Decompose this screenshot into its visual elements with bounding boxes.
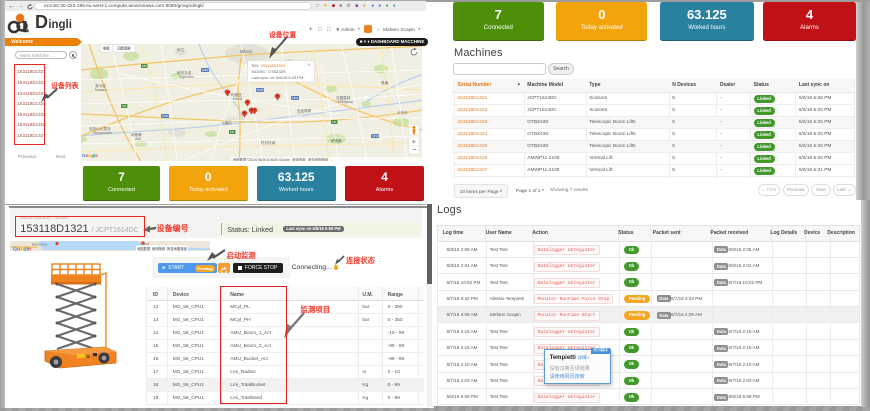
svg-text:Milano: Milano [240,49,253,54]
svg-text:Alessandria: Alessandria [93,131,112,135]
svg-text:Cremona: Cremona [338,100,353,104]
svg-text:SP35: SP35 [257,88,264,92]
svg-text:卡莎尔: 卡莎尔 [397,110,408,115]
svg-text:Google: Google [13,246,31,251]
svg-text:萨珠欧: 萨珠欧 [331,138,342,143]
svg-text:托尔托纳: 托尔托纳 [261,140,276,145]
svg-text:Roma: Roma [140,241,149,245]
svg-text:皮亚琴察: 皮亚琴察 [297,108,312,113]
svg-text:Pavia: Pavia [233,97,242,101]
svg-text:Asti: Asti [135,137,141,141]
svg-text:地图数据 使用条款 报告地图错误: 地图数据 使用条款 报告地图错误 [137,246,188,251]
svg-text:Novara: Novara [95,88,107,92]
svg-text:MODEL: GTBZ43S: MODEL: GTBZ43S [251,69,286,74]
svg-text:沃格拉: 沃格拉 [221,120,232,125]
svg-text:A21: A21 [332,120,337,124]
svg-text:奥塘: 奥塘 [381,80,389,85]
svg-text:Google: Google [82,153,98,158]
svg-text:SP10: SP10 [162,114,169,118]
svg-text:地图: 地图 [102,45,109,50]
svg-text:A26: A26 [122,104,127,108]
svg-text:卫星图像: 卫星图像 [116,45,130,50]
svg-text:S206: S206 [202,68,209,72]
svg-text:A50: A50 [142,64,147,68]
svg-text:×: × [307,62,310,68]
svg-text:S234: S234 [292,96,299,100]
svg-text:S/N: 153118D1324: S/N: 153118D1324 [251,63,286,68]
svg-text:Last sync on: 6/6/16 5:25 PM: Last sync on: 6/6/16 5:25 PM [251,75,303,80]
svg-text:SP10: SP10 [372,134,379,138]
svg-text:地图数据 ©2016 05(2011)6020 Google: 地图数据 ©2016 05(2011)6020 Google 使用条款 报告地图… [233,156,329,161]
svg-text:米兰: 米兰 [177,47,185,52]
svg-text:Barcelona: Barcelona [32,242,47,246]
svg-text:A21: A21 [230,130,235,134]
svg-text:Vigevano: Vigevano [179,75,194,79]
svg-text:−: − [412,144,417,153]
